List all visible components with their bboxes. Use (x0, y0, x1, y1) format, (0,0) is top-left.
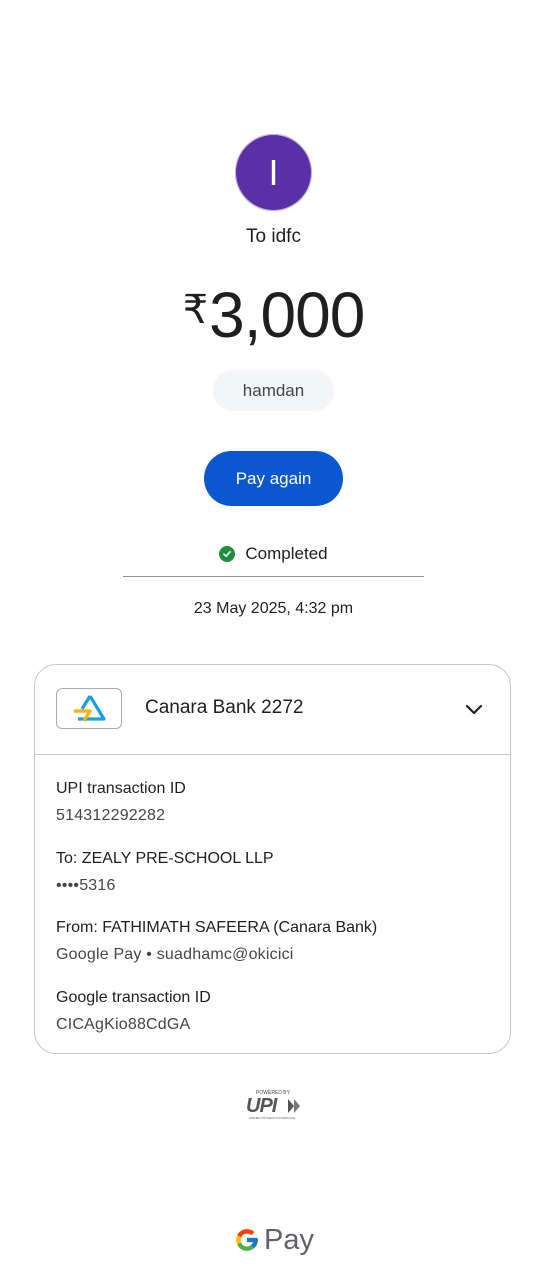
payment-note-text: hamdan (242, 380, 305, 400)
detail-google-transaction-id: Google transaction ID CICAgKio88CdGA (56, 988, 211, 1035)
chevron-down-icon[interactable] (463, 699, 485, 721)
payment-amount: ₹3,000 (0, 274, 547, 351)
divider (123, 576, 424, 577)
detail-value: 514312292282 (56, 807, 166, 824)
pay-wordmark: Pay (264, 1223, 314, 1256)
upi-tagline: UNIFIED PAYMENTS INTERFACE (249, 1116, 296, 1120)
detail-to-account: To: ZEALY PRE-SCHOOL LLP ••••5316 (56, 849, 274, 896)
detail-from-account: From: FATHIMATH SAFEERA (Canara Bank) Go… (56, 918, 377, 965)
detail-label: UPI transaction ID (56, 780, 186, 797)
detail-label: From: FATHIMATH SAFEERA (Canara Bank) (56, 919, 378, 936)
payment-note: hamdan (213, 370, 334, 411)
detail-upi-transaction-id: UPI transaction ID 514312292282 (56, 779, 186, 826)
status-row: Completed (0, 544, 547, 564)
bank-logo (56, 688, 122, 729)
payee-name: To idfc (246, 226, 301, 247)
bank-account-header[interactable]: Canara Bank 2272 (35, 665, 510, 755)
transaction-details-card: Canara Bank 2272 UPI transaction ID 5143… (34, 664, 511, 1054)
payee-avatar: I (235, 134, 312, 211)
canara-bank-logo-icon (74, 694, 106, 722)
avatar-letter: I (268, 151, 279, 193)
detail-label: Google transaction ID (56, 989, 211, 1006)
detail-value: ••••5316 (56, 877, 116, 894)
status-label: Completed (245, 544, 328, 563)
transaction-timestamp: 23 May 2025, 4:32 pm (193, 600, 354, 617)
pay-again-button[interactable]: Pay again (204, 451, 343, 506)
bank-account-name: Canara Bank 2272 (145, 697, 304, 718)
amount-value: 3,000 (209, 279, 365, 351)
check-circle-icon (219, 546, 236, 562)
detail-value: CICAgKio88CdGA (56, 1016, 191, 1033)
google-g-icon (236, 1229, 258, 1251)
currency-symbol: ₹ (182, 288, 208, 332)
powered-by-upi-logo: POWERED BY UPI UNIFIED PAYMENTS INTERFAC… (244, 1088, 304, 1122)
detail-value: Google Pay • suadhamc@okicici (56, 946, 294, 963)
google-pay-logo: Pay (234, 1222, 314, 1258)
upi-text: UPI (246, 1095, 278, 1117)
detail-label: To: ZEALY PRE-SCHOOL LLP (56, 850, 274, 867)
